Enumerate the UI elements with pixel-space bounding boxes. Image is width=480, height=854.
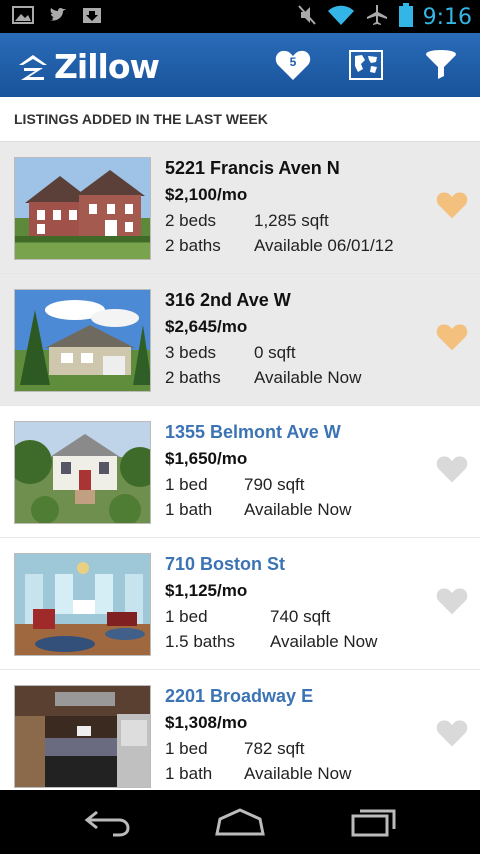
- listing-photo: [14, 157, 151, 260]
- back-icon: [84, 810, 130, 837]
- listing-baths: 2 baths: [165, 368, 221, 387]
- section-header: LISTINGS ADDED IN THE LAST WEEK: [0, 97, 480, 142]
- listing-photo: [14, 289, 151, 392]
- listing-availability: Available Now: [270, 632, 378, 651]
- logo-text: Zillow: [54, 47, 160, 86]
- home-icon: [215, 808, 265, 836]
- listing-sqft: 790 sqft: [244, 475, 305, 494]
- listing-baths: 1 bath: [165, 764, 213, 783]
- clock: 9:16: [422, 5, 472, 30]
- listing-baths: 1.5 baths: [165, 632, 235, 651]
- listing-sqft: 782 sqft: [244, 739, 305, 758]
- download-icon: [82, 5, 102, 30]
- listing-beds: 3 beds: [165, 343, 217, 362]
- listing-row[interactable]: 5221 Francis Aven N $2,100/mo 2 beds 1,2…: [0, 142, 480, 274]
- mute-icon: [297, 4, 317, 31]
- listing-price: $1,650/mo: [165, 449, 248, 468]
- listing-address[interactable]: 1355 Belmont Ave W: [165, 422, 341, 443]
- listing-sqft: 0 sqft: [254, 343, 296, 362]
- listing-row[interactable]: 1355 Belmont Ave W $1,650/mo 1 bed 790 s…: [0, 406, 480, 538]
- listing-beds: 1 bed: [165, 475, 208, 494]
- listing-price: $1,125/mo: [165, 581, 248, 600]
- favorites-count: 5: [289, 55, 297, 69]
- listing-price: $1,308/mo: [165, 713, 248, 732]
- back-button[interactable]: [77, 804, 137, 840]
- wifi-icon: [327, 4, 355, 31]
- listing-baths: 1 bath: [165, 500, 213, 519]
- listing-row[interactable]: 710 Boston St $1,125/mo 1 bed 740 sqft 1…: [0, 538, 480, 670]
- zillow-z-icon: [19, 54, 47, 80]
- filter-icon: [426, 50, 456, 79]
- listing-beds: 2 beds: [165, 211, 217, 230]
- listing-row[interactable]: 316 2nd Ave W $2,645/mo 3 beds 0 sqft 2 …: [0, 274, 480, 406]
- listing-address[interactable]: 5221 Francis Aven N: [165, 158, 340, 179]
- map-icon: [349, 50, 383, 80]
- airplane-icon: [365, 4, 389, 31]
- favorites-button[interactable]: 5: [271, 43, 315, 87]
- listing-photo: [14, 553, 151, 656]
- listing-availability: Available Now: [244, 764, 352, 783]
- listing-address[interactable]: 710 Boston St: [165, 554, 285, 575]
- image-icon: [12, 5, 34, 30]
- listing-photo: [14, 421, 151, 524]
- listing-price: $2,645/mo: [165, 317, 248, 336]
- filter-button[interactable]: [419, 43, 463, 87]
- listings-list[interactable]: 5221 Francis Aven N $2,100/mo 2 beds 1,2…: [0, 142, 480, 802]
- listing-availability: Available Now: [244, 500, 352, 519]
- listing-address[interactable]: 2201 Broadway E: [165, 686, 313, 707]
- favorite-heart-icon[interactable]: [436, 322, 468, 352]
- listing-availability: Available Now: [254, 368, 362, 387]
- listing-beds: 1 bed: [165, 607, 208, 626]
- favorite-heart-icon[interactable]: [436, 454, 468, 484]
- listing-baths: 2 baths: [165, 236, 221, 255]
- listing-availability: Available 06/01/12: [254, 236, 394, 255]
- section-title: LISTINGS ADDED IN THE LAST WEEK: [14, 111, 268, 127]
- listing-photo: [14, 685, 151, 788]
- screen: 9:16 Zillow 5 LISTINGS ADDED IN THE LAST…: [0, 0, 480, 854]
- status-bar: 9:16: [0, 0, 480, 33]
- listing-address[interactable]: 316 2nd Ave W: [165, 290, 291, 311]
- listing-price: $2,100/mo: [165, 185, 248, 204]
- listing-beds: 1 bed: [165, 739, 208, 758]
- favorite-heart-icon[interactable]: [436, 586, 468, 616]
- favorite-heart-icon[interactable]: [436, 190, 468, 220]
- home-button[interactable]: [210, 804, 270, 840]
- twitter-icon: [48, 6, 68, 29]
- listing-sqft: 1,285 sqft: [254, 211, 329, 230]
- navigation-bar: [0, 790, 480, 854]
- listing-sqft: 740 sqft: [270, 607, 331, 626]
- battery-icon: [398, 3, 413, 32]
- recent-apps-icon: [351, 809, 396, 837]
- recent-apps-button[interactable]: [344, 804, 404, 840]
- zillow-logo[interactable]: Zillow: [16, 47, 160, 86]
- action-bar: Zillow 5: [0, 33, 480, 97]
- listing-row[interactable]: 2201 Broadway E $1,308/mo 1 bed 782 sqft…: [0, 670, 480, 802]
- favorite-heart-icon[interactable]: [436, 718, 468, 748]
- map-button[interactable]: [344, 43, 388, 87]
